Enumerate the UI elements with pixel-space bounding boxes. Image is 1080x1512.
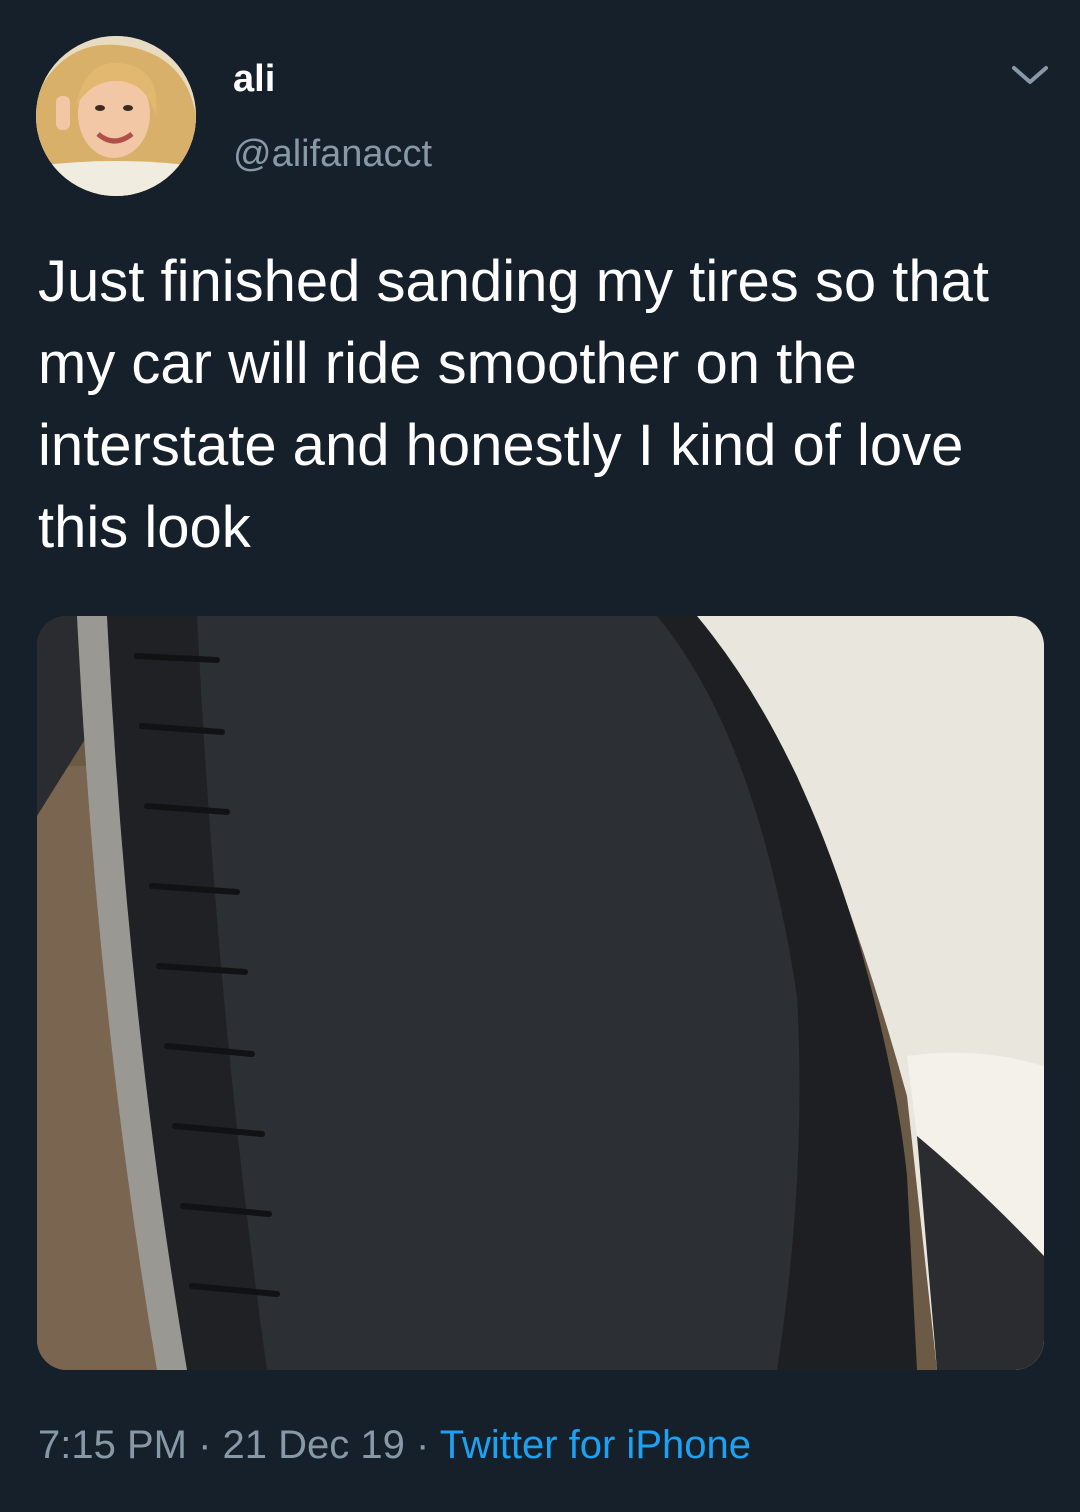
tweet-source-link[interactable]: Twitter for iPhone bbox=[440, 1423, 751, 1467]
tweet-media-image[interactable] bbox=[37, 616, 1044, 1370]
tweet-time: 7:15 PM bbox=[38, 1423, 187, 1467]
username-handle[interactable]: @alifanacct bbox=[233, 130, 432, 178]
avatar[interactable] bbox=[36, 36, 196, 196]
chevron-down-icon[interactable] bbox=[1010, 60, 1050, 90]
display-name[interactable]: ali bbox=[233, 55, 275, 103]
meta-separator: · bbox=[416, 1423, 430, 1467]
tweet-date: 21 Dec 19 bbox=[222, 1423, 405, 1467]
tweet-text: Just finished sanding my tires so that m… bbox=[38, 249, 990, 560]
tweet-meta: 7:15 PM · 21 Dec 19 · Twitter for iPhone bbox=[38, 1418, 751, 1472]
meta-separator: · bbox=[198, 1423, 212, 1467]
